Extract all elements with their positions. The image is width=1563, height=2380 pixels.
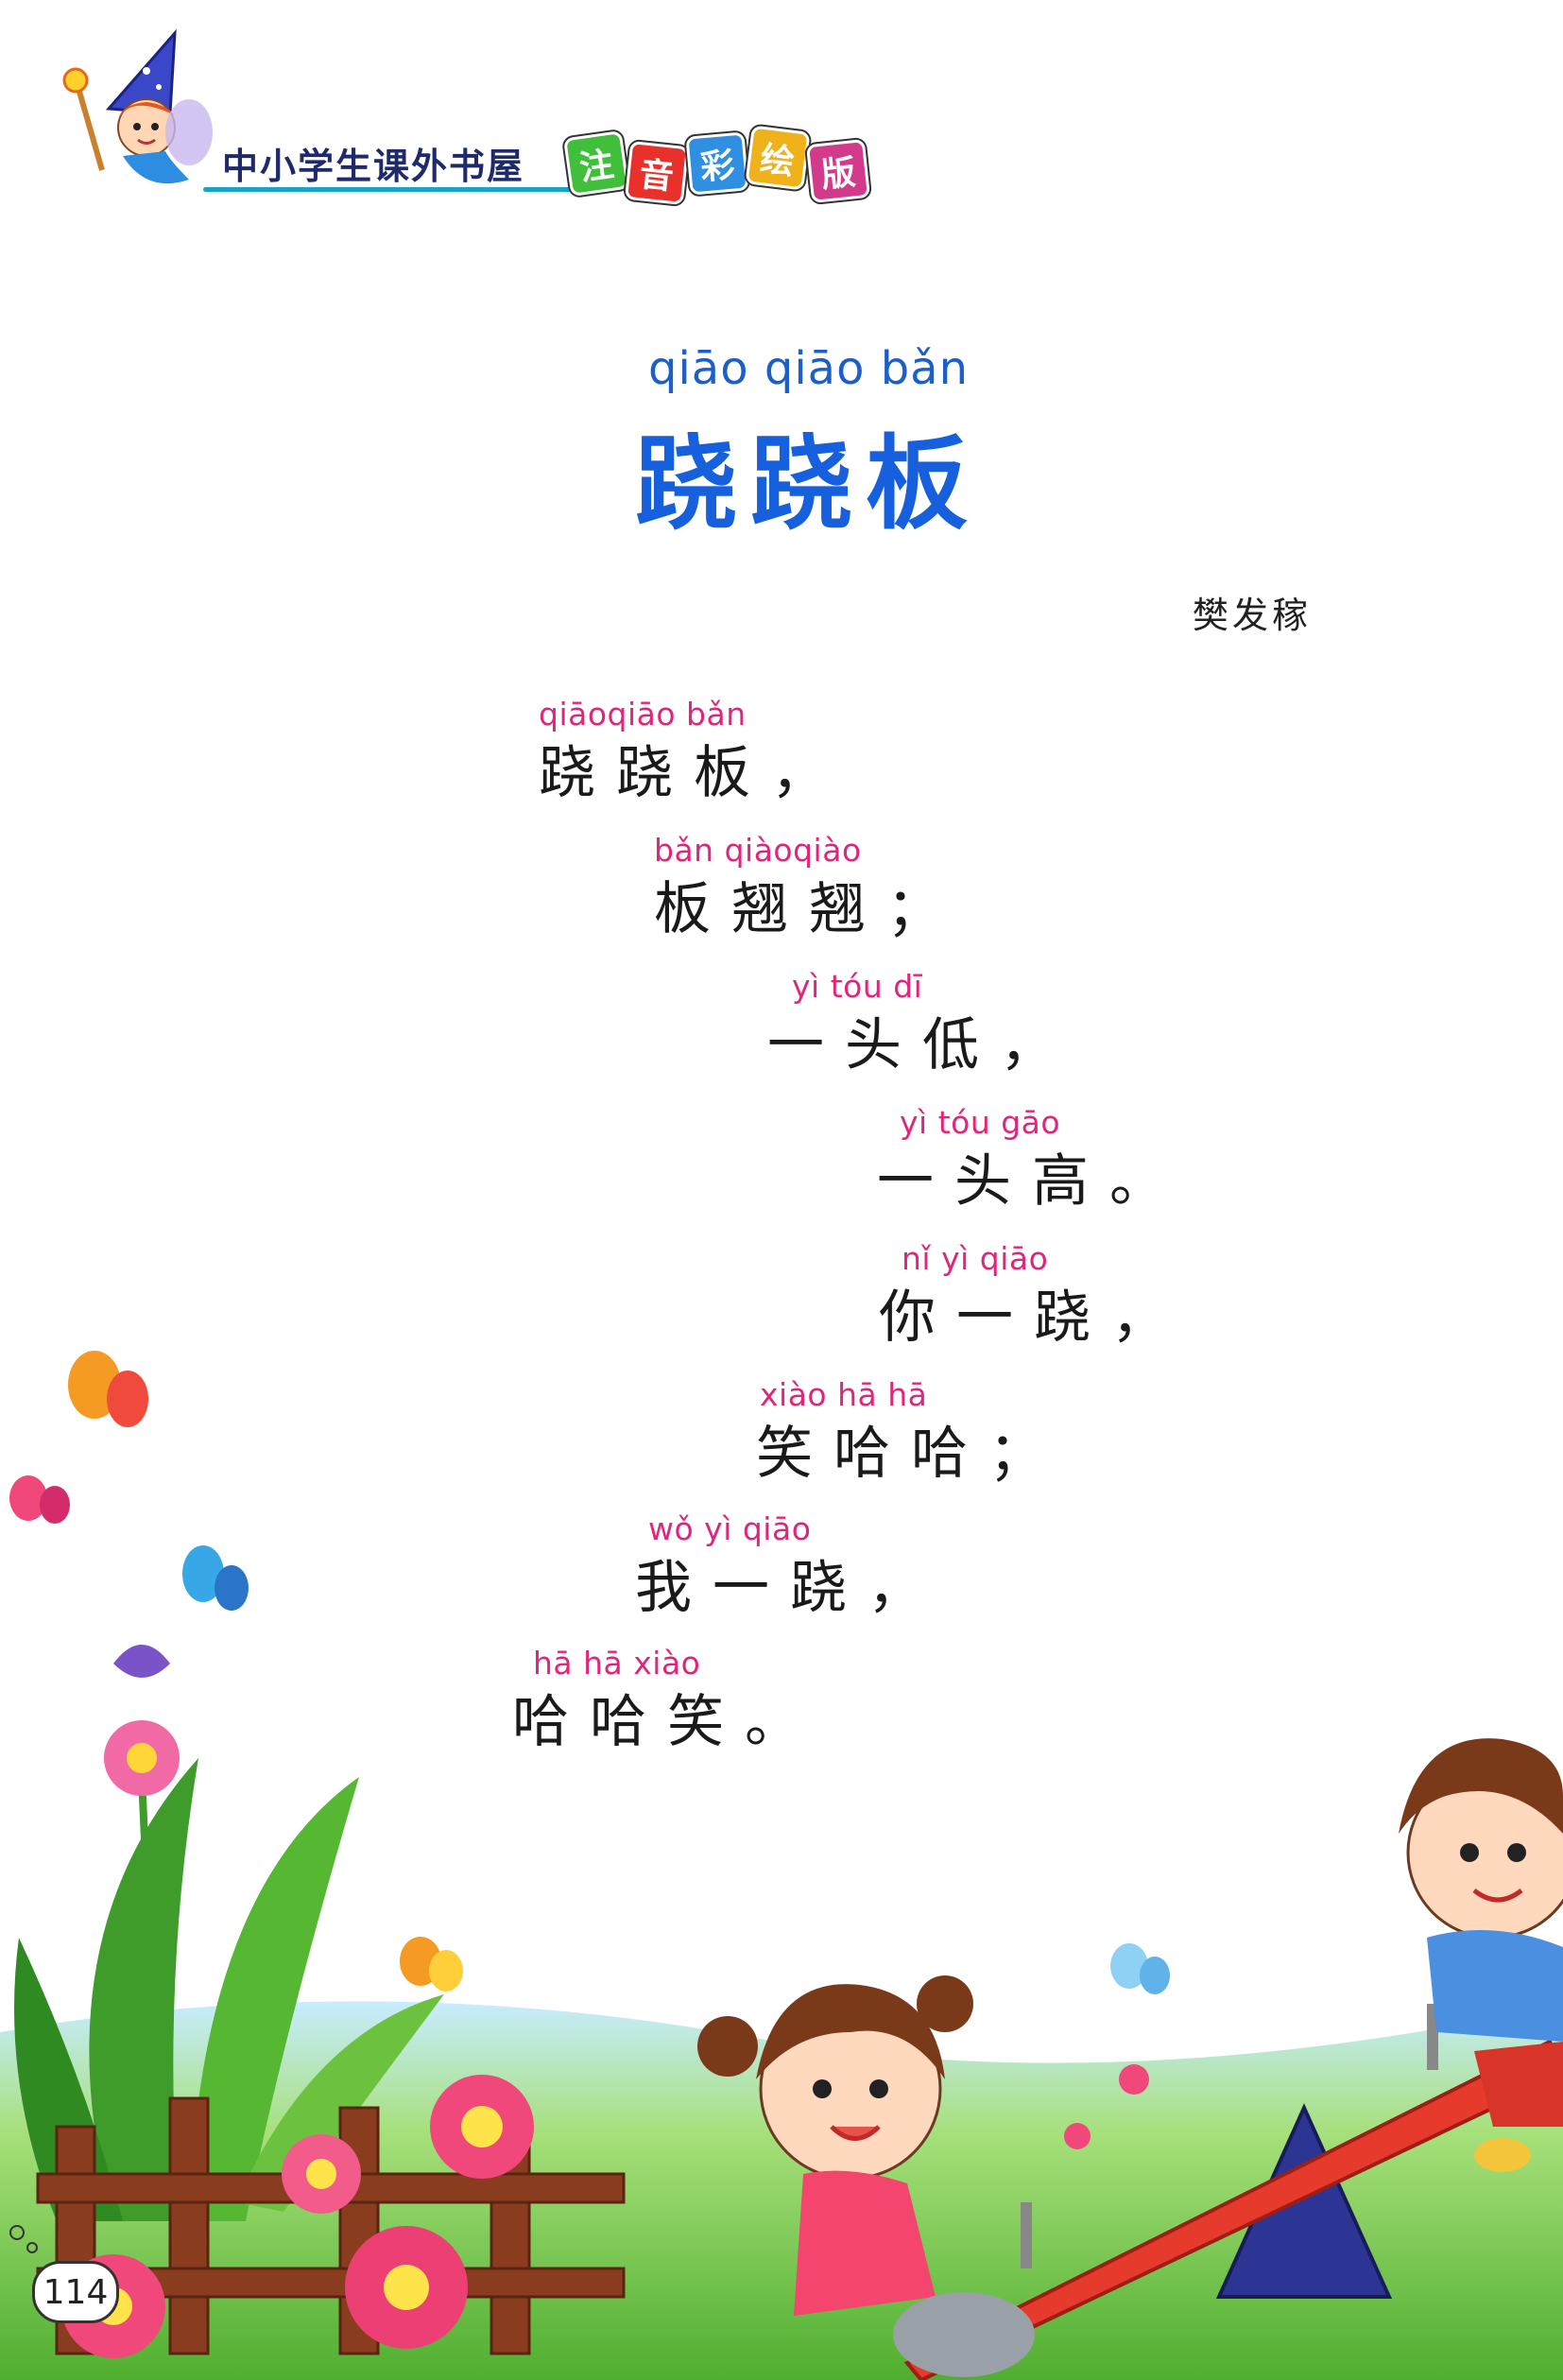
- butterfly-icon: [400, 1937, 463, 1992]
- butterfly-icon: [9, 1475, 70, 1524]
- poem-pinyin: yì tóu dī: [792, 968, 923, 1005]
- fence-icon: [36, 2096, 626, 2355]
- edition-badge: 音: [624, 140, 690, 206]
- poem-hanzi: 笑哈哈；: [756, 1421, 1066, 1487]
- seesaw-icon: [903, 2004, 1563, 2380]
- flower-icon: [61, 2064, 1149, 2358]
- poem-pinyin: wǒ yì qiāo: [648, 1510, 812, 1547]
- poem-hanzi: 我一跷，: [635, 1555, 945, 1621]
- poem-hanzi: 跷跷板，: [539, 740, 849, 806]
- poem-hanzi: 你一跷，: [879, 1285, 1189, 1351]
- edition-badge: 绘: [745, 125, 811, 191]
- poem-line: hā hā xiào 哈哈笑。: [512, 1645, 822, 1758]
- poem-pinyin: xiào hā hā: [760, 1376, 928, 1413]
- edition-badge: 版: [805, 138, 871, 204]
- poem-pinyin: yì tóu gāo: [900, 1104, 1061, 1141]
- page-number: 114: [32, 2261, 119, 2323]
- poem-hanzi: 板翘翘；: [654, 876, 964, 942]
- poem-line: qiāoqiāo bǎn 跷跷板，: [539, 696, 849, 809]
- poem-pinyin: nǐ yì qiāo: [902, 1240, 1049, 1277]
- page-title: 跷跷板: [635, 425, 982, 543]
- grass-ground: [0, 2001, 1563, 2380]
- series-title: 中小学生课外书屋: [222, 146, 525, 187]
- poem-pinyin: hā hā xiào: [533, 1645, 701, 1682]
- butterfly-icon: [1110, 1943, 1170, 1994]
- poem-line: wǒ yì qiāo 我一跷，: [635, 1510, 945, 1624]
- series-underline: [203, 187, 572, 192]
- fairy-icon: [57, 28, 217, 202]
- boy-icon: [1399, 1738, 1563, 2172]
- storybook-page: 中小学生课外书屋 注 音 彩 绘 版 qiāo qiāo bǎn 跷跷板 樊发稼: [0, 0, 1563, 2380]
- poem-line: yì tóu gāo 一头高。: [877, 1104, 1187, 1217]
- edition-badge: 注: [562, 129, 630, 198]
- flower-icon: [104, 1645, 180, 1986]
- poem-line: nǐ yì qiāo 你一跷，: [879, 1240, 1189, 1354]
- poem-hanzi: 一头高。: [877, 1148, 1187, 1215]
- poem-line: bǎn qiàoqiào 板翘翘；: [654, 832, 964, 945]
- poem-line: yì tóu dī 一头低，: [767, 968, 1077, 1081]
- edition-badge: 彩: [685, 131, 749, 196]
- leaves-icon: [14, 1758, 444, 2221]
- poem-pinyin: qiāoqiāo bǎn: [539, 696, 747, 733]
- butterfly-icon: [68, 1351, 148, 1427]
- poem-hanzi: 一头低，: [767, 1012, 1077, 1078]
- edition-badges: 注 音 彩 绘 版: [562, 125, 871, 206]
- butterfly-icon: [182, 1545, 249, 1611]
- girl-icon: [697, 1975, 1035, 2377]
- poem-hanzi: 哈哈笑。: [512, 1689, 822, 1755]
- title-pinyin: qiāo qiāo bǎn: [648, 342, 969, 395]
- poem-pinyin: bǎn qiàoqiào: [654, 832, 862, 869]
- author-name: 樊发稼: [1193, 595, 1313, 636]
- poem-line: xiào hā hā 笑哈哈；: [756, 1376, 1066, 1490]
